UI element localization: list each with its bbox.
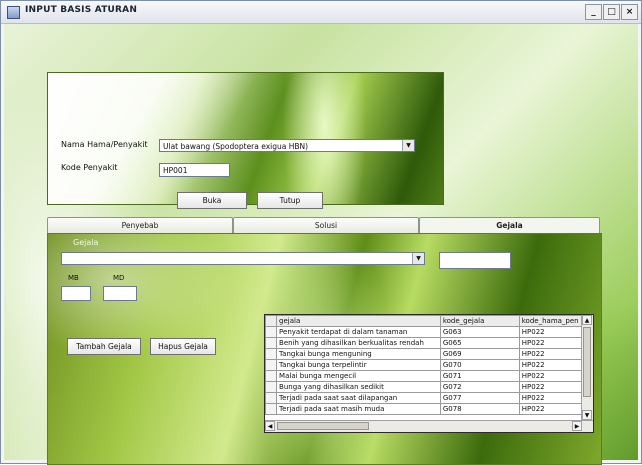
row-selector[interactable] bbox=[265, 392, 278, 404]
cell-kode-gejala[interactable]: G063 bbox=[439, 326, 520, 338]
row-selector-header bbox=[265, 315, 278, 327]
row-selector[interactable] bbox=[265, 326, 278, 338]
md-label: MD bbox=[113, 274, 125, 282]
row-selector[interactable] bbox=[265, 381, 278, 393]
gejala-panel: Gejala ▼ MB MD Tambah Gejala Hapus Gejal… bbox=[47, 233, 602, 465]
cell-kode-gejala[interactable]: G070 bbox=[439, 359, 520, 371]
tab-strip: Penyebab Solusi Gejala bbox=[47, 217, 600, 234]
table-row[interactable]: Benih yang dihasilkan berkualitas rendah… bbox=[265, 337, 593, 349]
vertical-scrollbar[interactable]: ▲ ▼ bbox=[581, 315, 593, 420]
table-row[interactable]: Tangkai bunga terpelintir G070 HP022 bbox=[265, 359, 593, 371]
cell-gejala[interactable]: Bunga yang dihasilkan sedikit bbox=[276, 381, 441, 393]
disease-panel: Nama Hama/Penyakit Ulat bawang (Spodopte… bbox=[47, 72, 444, 209]
kode-penyakit-label: Kode Penyakit bbox=[61, 163, 118, 172]
vertical-scroll-thumb[interactable] bbox=[583, 327, 591, 397]
main-window: INPUT BASIS ATURAN _ □ × Nama Hama/Penya… bbox=[0, 0, 642, 465]
row-selector[interactable] bbox=[265, 359, 278, 371]
horizontal-scrollbar[interactable]: ◀ ▶ bbox=[265, 420, 593, 432]
mb-input[interactable] bbox=[61, 286, 91, 301]
kode-penyakit-input[interactable]: HP001 bbox=[159, 163, 230, 177]
tab-solusi[interactable]: Solusi bbox=[233, 217, 419, 233]
table-row[interactable]: Penyakit terdapat di dalam tanaman G063 … bbox=[265, 326, 593, 338]
cell-kode-gejala[interactable]: G077 bbox=[439, 392, 520, 404]
cell-gejala[interactable]: Terjadi pada saat masih muda bbox=[276, 403, 441, 415]
tab-gejala[interactable]: Gejala bbox=[419, 217, 600, 233]
horizontal-scroll-thumb[interactable] bbox=[277, 422, 369, 430]
cell-gejala[interactable]: Tangkai bunga menguning bbox=[276, 348, 441, 360]
cell-kode-gejala[interactable]: G072 bbox=[439, 381, 520, 393]
mb-label: MB bbox=[68, 274, 79, 282]
scroll-right-icon[interactable]: ▶ bbox=[572, 421, 582, 431]
client-area: Nama Hama/Penyakit Ulat bawang (Spodopte… bbox=[4, 24, 638, 465]
row-selector[interactable] bbox=[265, 348, 278, 360]
gejala-table: gejala kode_gejala kode_hama_pen Penyaki… bbox=[265, 315, 593, 415]
table-row[interactable]: Terjadi pada saat masih muda G078 HP022 bbox=[265, 403, 593, 415]
dropdown-arrow-icon[interactable]: ▼ bbox=[412, 253, 424, 264]
gejala-label: Gejala bbox=[73, 238, 99, 247]
md-input[interactable] bbox=[103, 286, 137, 301]
dropdown-arrow-icon[interactable]: ▼ bbox=[402, 140, 414, 151]
column-header-kode-gejala[interactable]: kode_gejala bbox=[439, 315, 520, 327]
cell-kode-gejala[interactable]: G069 bbox=[439, 348, 520, 360]
scroll-down-icon[interactable]: ▼ bbox=[582, 410, 592, 420]
tambah-gejala-button[interactable]: Tambah Gejala bbox=[67, 338, 141, 355]
cell-kode-gejala[interactable]: G078 bbox=[439, 403, 520, 415]
cell-gejala[interactable]: Penyakit terdapat di dalam tanaman bbox=[276, 326, 441, 338]
cell-gejala[interactable]: Malai bunga mengecil bbox=[276, 370, 441, 382]
cell-gejala[interactable]: Tangkai bunga terpelintir bbox=[276, 359, 441, 371]
nama-hama-label: Nama Hama/Penyakit bbox=[61, 140, 148, 149]
cell-gejala[interactable]: Terjadi pada saat saat dilapangan bbox=[276, 392, 441, 404]
minimize-button[interactable]: _ bbox=[585, 4, 602, 20]
window-title: INPUT BASIS ATURAN bbox=[25, 5, 138, 15]
close-button[interactable]: × bbox=[621, 4, 638, 20]
scroll-up-icon[interactable]: ▲ bbox=[582, 315, 592, 325]
cell-gejala[interactable]: Benih yang dihasilkan berkualitas rendah bbox=[276, 337, 441, 349]
cell-kode-gejala[interactable]: G071 bbox=[439, 370, 520, 382]
row-selector[interactable] bbox=[265, 370, 278, 382]
table-row[interactable]: Malai bunga mengecil G071 HP022 bbox=[265, 370, 593, 382]
tutup-button[interactable]: Tutup bbox=[257, 192, 323, 209]
table-row[interactable]: Tangkai bunga menguning G069 HP022 bbox=[265, 348, 593, 360]
table-row[interactable]: Terjadi pada saat saat dilapangan G077 H… bbox=[265, 392, 593, 404]
hapus-gejala-button[interactable]: Hapus Gejala bbox=[150, 338, 216, 355]
cell-kode-gejala[interactable]: G065 bbox=[439, 337, 520, 349]
table-header-row: gejala kode_gejala kode_hama_pen bbox=[265, 315, 593, 327]
gejala-select[interactable]: ▼ bbox=[61, 252, 425, 265]
table-row[interactable]: Bunga yang dihasilkan sedikit G072 HP022 bbox=[265, 381, 593, 393]
tab-penyebab[interactable]: Penyebab bbox=[47, 217, 233, 233]
nama-hama-value: Ulat bawang (Spodoptera exigua HBN) bbox=[163, 142, 309, 151]
buka-button[interactable]: Buka bbox=[177, 192, 247, 209]
row-selector[interactable] bbox=[265, 403, 278, 415]
gejala-code-input[interactable] bbox=[439, 252, 511, 269]
scroll-left-icon[interactable]: ◀ bbox=[265, 421, 275, 431]
column-header-gejala[interactable]: gejala bbox=[276, 315, 441, 327]
maximize-button[interactable]: □ bbox=[603, 4, 620, 20]
window-controls: _ □ × bbox=[585, 4, 638, 20]
title-bar[interactable]: INPUT BASIS ATURAN _ □ × bbox=[1, 1, 641, 24]
app-icon[interactable] bbox=[7, 6, 20, 19]
gejala-grid[interactable]: gejala kode_gejala kode_hama_pen Penyaki… bbox=[264, 314, 594, 433]
row-selector[interactable] bbox=[265, 337, 278, 349]
nama-hama-select[interactable]: Ulat bawang (Spodoptera exigua HBN) ▼ bbox=[159, 139, 415, 152]
